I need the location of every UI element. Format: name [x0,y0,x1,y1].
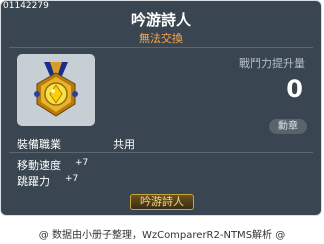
divider [9,152,313,153]
medal-badge: 勳章 [269,119,307,134]
gold-medal-icon [34,62,78,117]
stat-row: 移動速度 +7 [17,157,88,173]
job-label: 裝備職業 [17,138,61,151]
item-tooltip: 01142279 吟游詩人 無法交換 戰鬥力提升量 0 勳章 裝備職業 共用 移… [0,0,322,216]
power-increase-label: 戰鬥力提升量 [239,57,305,70]
stat-value: +7 [75,158,89,168]
stat-name: 跳躍力 [17,175,50,188]
credit-text: @ 数据由小册子整理，WzComparerR2-NTMS解析 @ [38,230,286,241]
power-increase-value: 0 [286,75,303,103]
item-name: 吟游詩人 [130,11,191,29]
job-value: 共用 [113,138,135,151]
title-tag: 吟游詩人 [130,194,194,210]
item-icon-frame [17,54,95,126]
stat-row: 跳躍力 +7 [17,173,78,189]
stat-name: 移動速度 [17,159,61,172]
trade-status: 無法交換 [139,32,183,45]
divider [9,47,313,48]
stat-value: +7 [65,174,79,184]
